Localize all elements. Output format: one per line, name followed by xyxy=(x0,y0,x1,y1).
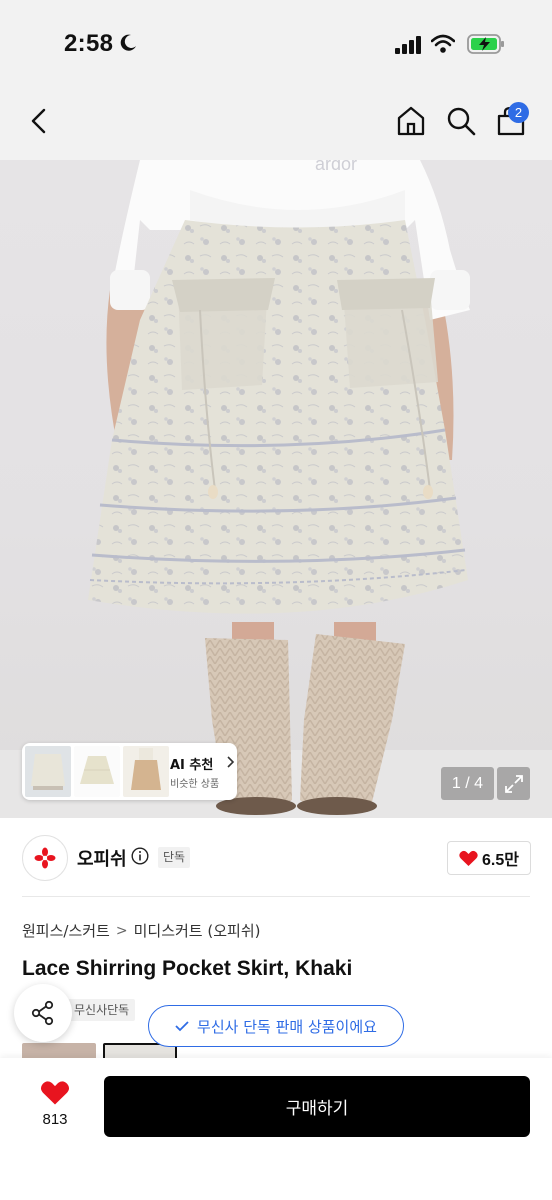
status-bar: 2:58 xyxy=(0,0,552,90)
ai-thumb-3 xyxy=(123,746,169,797)
search-icon[interactable] xyxy=(446,106,476,136)
breadcrumb-category[interactable]: 원피스/스커트 xyxy=(22,920,110,941)
heart-icon xyxy=(459,850,478,866)
ai-recommend-title: AI 추천 xyxy=(170,758,214,773)
breadcrumb: 원피스/스커트 > 미디스커트 (오피쉬) xyxy=(22,920,260,941)
cart-count-badge: 2 xyxy=(508,102,529,123)
ai-recommend-subtitle: 비슷한 상품 xyxy=(170,779,220,790)
buy-button[interactable]: 구매하기 xyxy=(104,1076,530,1137)
exclusive-notice-text: 무신사 단독 판매 상품이에요 xyxy=(197,1017,377,1036)
chevron-right-icon xyxy=(227,756,235,768)
image-counter: 1 / 4 xyxy=(441,767,494,800)
share-icon xyxy=(31,1000,54,1026)
expand-button[interactable] xyxy=(497,767,530,800)
battery-icon xyxy=(467,34,504,54)
product-title: Lace Shirring Pocket Skirt, Khaki xyxy=(22,957,353,980)
back-icon[interactable] xyxy=(28,107,50,135)
home-icon[interactable] xyxy=(396,105,426,137)
chevron-right-icon: > xyxy=(115,922,128,939)
signal-icon xyxy=(395,36,421,54)
brand-logo-icon xyxy=(34,847,56,869)
status-time: 2:58 xyxy=(64,30,114,57)
ai-thumb-1 xyxy=(25,746,71,797)
brand-name[interactable]: 오피쉬 xyxy=(77,845,127,871)
share-button[interactable] xyxy=(14,984,72,1042)
exclusive-notice-tooltip: 무신사 단독 판매 상품이에요 xyxy=(148,1005,404,1047)
check-icon xyxy=(175,1021,189,1032)
wishlist-count: 813 xyxy=(42,1111,68,1128)
brand-exclusive-tag: 단독 xyxy=(158,847,191,868)
moon-icon xyxy=(120,34,136,51)
exclusive-badge: 무신사단독 xyxy=(68,999,136,1021)
svg-text:ardor: ardor xyxy=(315,160,357,174)
like-count: 6.5만 xyxy=(482,852,519,869)
ai-recommend-card[interactable]: AI 추천 비슷한 상품 xyxy=(22,743,237,800)
ai-thumb-2 xyxy=(74,746,120,797)
product-photo: ardor xyxy=(0,160,552,818)
divider xyxy=(22,896,530,897)
product-image[interactable]: ardor xyxy=(0,160,552,818)
expand-icon xyxy=(504,774,523,793)
like-button[interactable]: 6.5만 xyxy=(447,841,531,875)
wifi-icon xyxy=(431,34,455,53)
heart-icon xyxy=(40,1081,70,1105)
info-icon[interactable] xyxy=(131,847,149,865)
brand-logo[interactable] xyxy=(22,835,68,881)
breadcrumb-subcategory[interactable]: 미디스커트 (오피쉬) xyxy=(134,920,261,941)
